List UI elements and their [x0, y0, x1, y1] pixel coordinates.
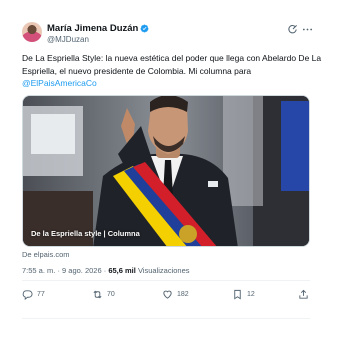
share-icon: [299, 289, 308, 299]
like-icon: [163, 290, 172, 299]
views-label: Visualizaciones: [135, 266, 190, 275]
avatar[interactable]: [22, 22, 42, 42]
like-button[interactable]: 182: [162, 289, 189, 300]
like-count: 182: [177, 291, 189, 298]
tweet-body: De La Espriella Style: la nueva estética…: [22, 53, 322, 76]
action-bar: 77 70 182 12: [22, 289, 310, 303]
ceremony-photo: [23, 96, 309, 246]
author-name[interactable]: María Jimena Duzán: [47, 23, 138, 34]
bookmark-icon: [234, 289, 241, 300]
reply-button[interactable]: 77: [22, 289, 45, 300]
author-handle[interactable]: @MJDuzan: [47, 35, 89, 44]
tweet-meta: 7:55 a. m. · 9 ago. 2026 · 65,6 mil Visu…: [22, 266, 190, 275]
tweet-text: De La Espriella Style: la nueva estética…: [22, 52, 322, 90]
share-button[interactable]: [298, 289, 309, 300]
tweet-date[interactable]: 9 ago. 2026: [62, 266, 102, 275]
link-card-caption: De la Espriella style | Columna: [31, 229, 140, 238]
tweet-time[interactable]: 7:55 a. m.: [22, 266, 55, 275]
repost-count: 70: [107, 291, 115, 298]
views-count: 65,6 mil: [108, 266, 136, 275]
link-source[interactable]: De elpais.com: [22, 250, 70, 259]
reply-icon: [22, 290, 33, 300]
more-icon[interactable]: [301, 23, 313, 35]
grok-icon[interactable]: [286, 23, 298, 35]
bookmark-button[interactable]: 12: [232, 289, 255, 300]
divider: [22, 280, 310, 281]
repost-button[interactable]: 70: [92, 289, 115, 300]
tweet-card: María Jimena Duzán @MJDuzan De La Esprie…: [0, 0, 350, 349]
reply-count: 77: [37, 291, 45, 298]
mention-link[interactable]: @ElPaisAmericaCo: [22, 78, 97, 88]
author-name-row: María Jimena Duzán: [47, 23, 149, 34]
repost-icon: [93, 290, 102, 299]
bookmark-count: 12: [247, 291, 255, 298]
verified-icon: [140, 24, 149, 33]
bottom-divider: [22, 318, 310, 319]
link-card-image[interactable]: De la Espriella style | Columna: [22, 95, 310, 247]
